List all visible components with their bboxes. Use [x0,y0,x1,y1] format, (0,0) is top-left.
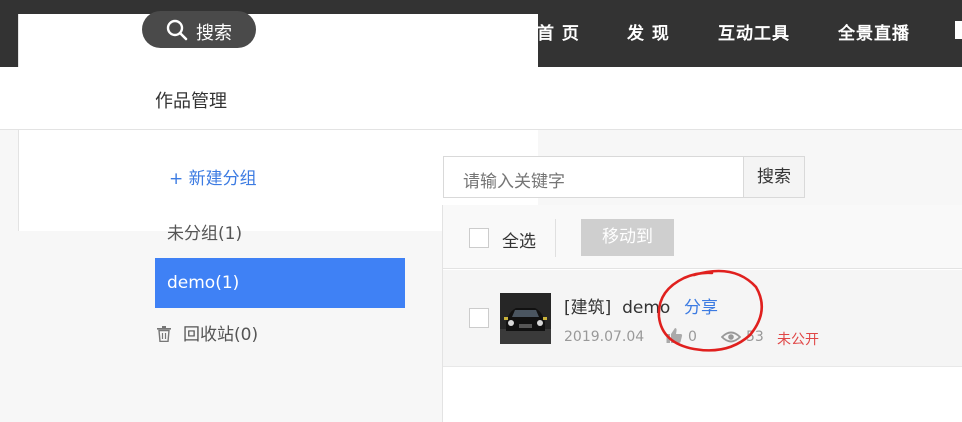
work-likes: 0 [688,329,697,345]
search-icon [166,19,188,41]
select-all-checkbox[interactable] [469,228,489,248]
top-nav: 720yun .com 搜索 首 页 发 现 互动工具 全景直播 [0,0,962,231]
work-row-checkbox[interactable] [469,308,489,328]
nav-home[interactable]: 首 页 [537,19,580,44]
nav-item-cutoff[interactable] [955,21,962,39]
work-thumbnail[interactable] [500,293,551,344]
nav-interactive-tools[interactable]: 互动工具 [718,19,790,44]
keyword-search-input[interactable] [443,156,744,198]
toolbar-divider [555,219,556,257]
move-to-button[interactable]: 移动到 [581,219,674,256]
nav-discover[interactable]: 发 现 [627,19,670,44]
sidebar-item-ungrouped[interactable]: 未分组(1) [155,209,405,259]
logo-suffix: .com [86,42,113,55]
eye-icon [721,331,741,343]
nav-search-label: 搜索 [196,23,232,44]
work-category: [建筑] [564,298,612,318]
work-status-badge: 未公开 [777,332,819,348]
sidebar-item-demo[interactable]: demo(1) [155,258,405,308]
share-link[interactable]: 分享 [684,293,718,318]
sidebar-item-trash[interactable]: 回收站(0) [155,310,405,360]
site-logo[interactable]: 720yun .com [18,10,538,231]
work-title[interactable]: [建筑] demo [564,293,670,318]
nav-search-button[interactable]: 搜索 [142,11,256,48]
keyword-search-button[interactable]: 搜索 [743,156,805,198]
nav-live[interactable]: 全景直播 [838,19,910,44]
select-all-label[interactable]: 全选 [502,227,536,252]
page-title: 作品管理 [155,91,227,112]
page-header: 作品管理 [0,67,962,130]
new-group-link[interactable]: + 新建分组 [169,164,257,189]
work-name: demo [622,298,671,318]
like-icon [666,328,683,343]
work-views: 53 [746,329,764,345]
work-date: 2019.07.04 [564,329,645,345]
